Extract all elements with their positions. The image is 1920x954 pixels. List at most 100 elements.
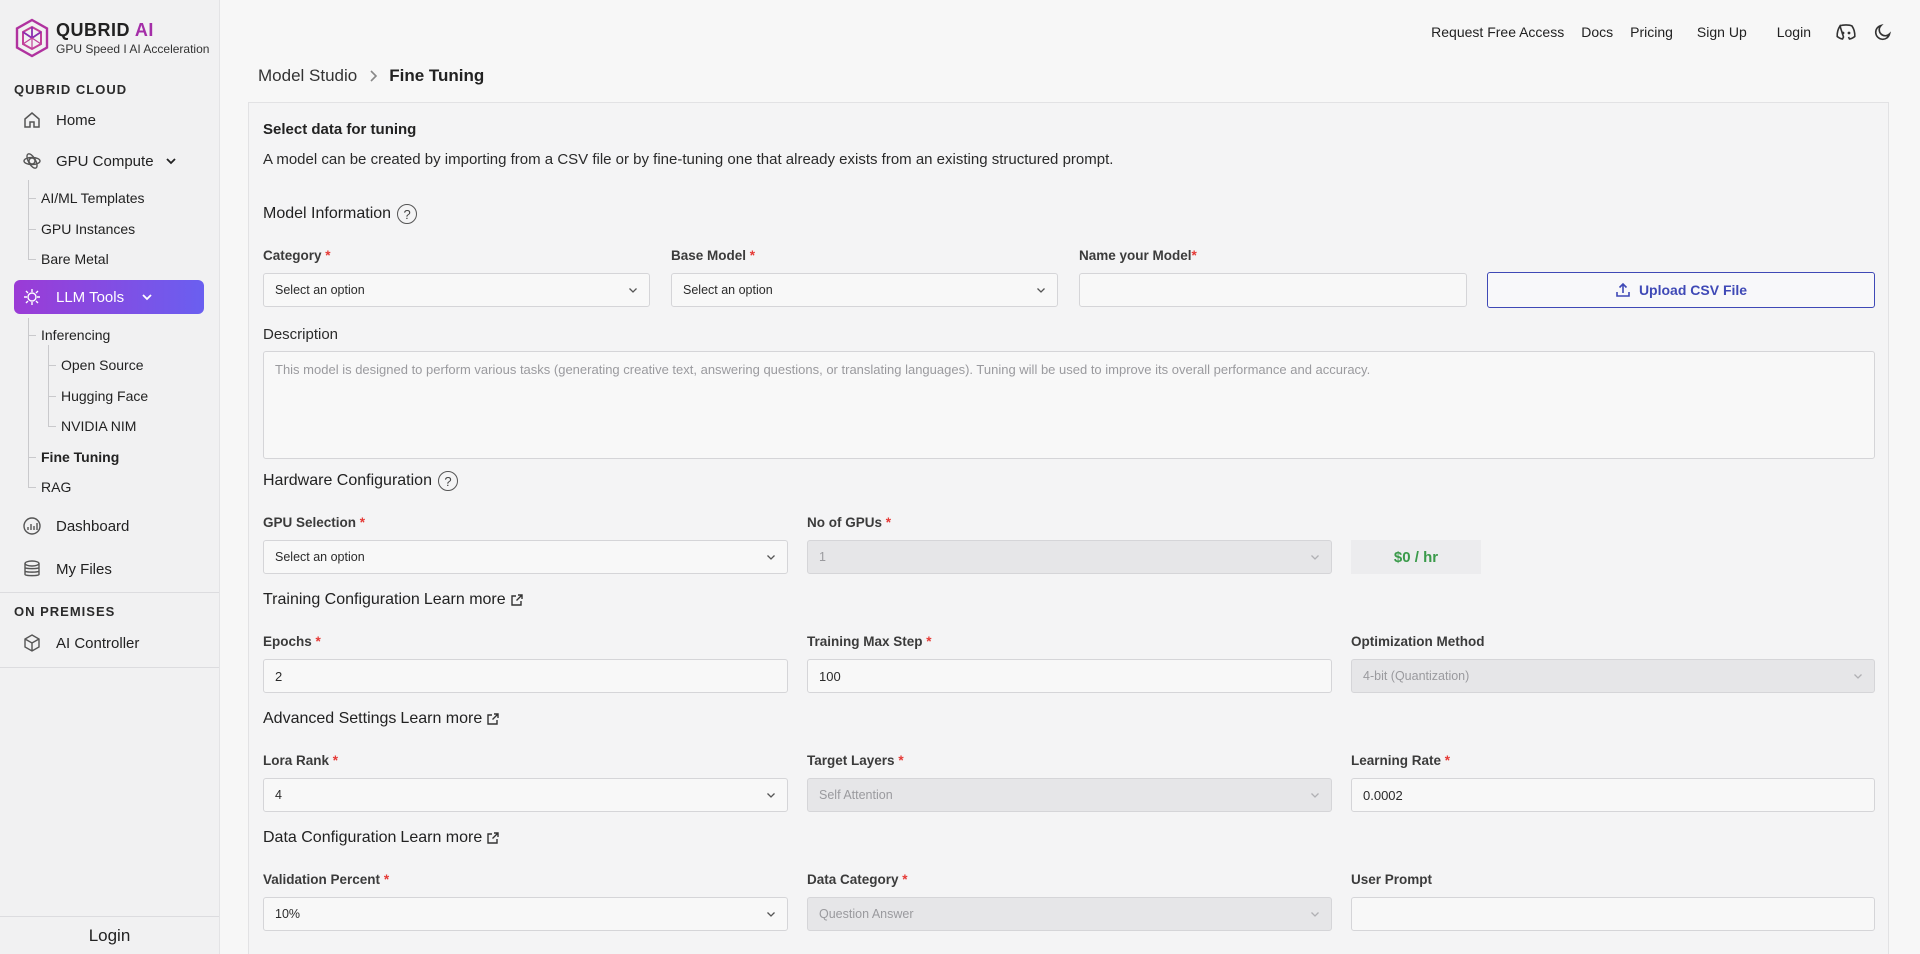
section-heading-label: Model Information — [263, 205, 392, 222]
target-layers-label: Target Layers * — [807, 753, 904, 768]
sidebar-item-dashboard[interactable]: Dashboard — [14, 510, 204, 542]
external-link-icon — [510, 594, 523, 606]
cube-icon — [20, 631, 44, 655]
external-link-icon — [487, 832, 499, 844]
description-textarea[interactable]: This model is designed to perform variou… — [263, 351, 1875, 459]
sidebar-item-label: My Files — [56, 560, 112, 578]
base-model-select[interactable]: Select an option — [671, 273, 1058, 307]
section-title-on-premises: ON PREMISES — [14, 604, 116, 619]
training-max-step-input[interactable]: 100 — [807, 659, 1332, 693]
upload-csv-button[interactable]: Upload CSV File — [1487, 272, 1875, 308]
sidebar: QUBRID AI GPU Speed I AI Acceleration QU… — [0, 0, 220, 954]
page-subtitle: A model can be created by importing from… — [263, 151, 1114, 168]
price-per-hour: $0 / hr — [1351, 540, 1481, 574]
data-category-select[interactable]: Question Answer — [807, 897, 1332, 931]
category-select[interactable]: Select an option — [263, 273, 650, 307]
base-model-label: Base Model * — [671, 248, 756, 263]
sidebar-item-label: AI Controller — [56, 634, 140, 652]
model-information-heading: Model Information ? — [263, 204, 418, 224]
tree-tick — [48, 396, 56, 397]
advanced-settings-heading: Advanced Settings Learn more — [263, 710, 500, 728]
learning-rate-label: Learning Rate * — [1351, 753, 1451, 768]
validation-percent-label: Validation Percent * — [263, 872, 390, 887]
brand-name-suffix: AI — [134, 20, 154, 40]
chevron-down-icon — [164, 154, 178, 168]
page-title: Select data for tuning — [263, 121, 417, 138]
lora-rank-label: Lora Rank * — [263, 753, 339, 768]
brand-name: QUBRID — [56, 20, 130, 40]
gpu-selection-select[interactable]: Select an option — [263, 540, 788, 574]
section-heading-label: Hardware Configuration — [263, 472, 432, 489]
sidebar-login-button[interactable]: Login — [0, 916, 219, 954]
chevron-down-icon — [1852, 670, 1864, 682]
learning-rate-input[interactable]: 0.0002 — [1351, 778, 1875, 812]
qubrid-logo-icon — [15, 18, 49, 58]
sidebar-item-rag[interactable]: RAG — [41, 479, 71, 495]
training-learn-more-link[interactable]: Learn more — [424, 591, 524, 609]
training-max-step-label: Training Max Step * — [807, 634, 932, 649]
num-gpus-select[interactable]: 1 — [807, 540, 1332, 574]
data-configuration-heading: Data Configuration Learn more — [263, 829, 500, 847]
sidebar-item-label: GPU Compute — [56, 152, 154, 170]
sidebar-item-home[interactable]: Home — [14, 104, 204, 136]
lora-rank-select[interactable]: 4 — [263, 778, 788, 812]
tree-line — [48, 345, 49, 427]
description-label: Description — [263, 326, 339, 343]
section-heading-label: Data Configuration — [263, 829, 397, 846]
sidebar-item-ai-controller[interactable]: AI Controller — [14, 627, 204, 659]
chevron-down-icon — [1309, 789, 1321, 801]
login-link[interactable]: Login — [1777, 24, 1811, 40]
sidebar-item-llm-tools[interactable]: LLM Tools — [14, 280, 204, 314]
validation-percent-select[interactable]: 10% — [263, 897, 788, 931]
tree-tick — [28, 259, 36, 260]
docs-link[interactable]: Docs — [1581, 24, 1613, 40]
breadcrumb-model-studio[interactable]: Model Studio — [258, 66, 357, 86]
upload-icon — [1616, 282, 1630, 297]
sidebar-divider — [0, 592, 219, 593]
sidebar-item-hugging-face[interactable]: Hugging Face — [61, 388, 148, 404]
epochs-input[interactable]: 2 — [263, 659, 788, 693]
tree-tick — [28, 335, 36, 336]
request-free-access-link[interactable]: Request Free Access — [1431, 24, 1564, 40]
sidebar-item-my-files[interactable]: My Files — [14, 553, 204, 585]
chevron-down-icon — [1309, 551, 1321, 563]
optimization-method-select[interactable]: 4-bit (Quantization) — [1351, 659, 1875, 693]
help-icon[interactable]: ? — [397, 204, 418, 224]
chevron-down-icon — [627, 284, 639, 296]
chevron-down-icon — [140, 290, 154, 304]
breadcrumb-fine-tuning: Fine Tuning — [389, 66, 485, 85]
model-name-input[interactable] — [1079, 273, 1467, 307]
sidebar-item-nvidia-nim[interactable]: NVIDIA NIM — [61, 418, 136, 434]
brand[interactable]: QUBRID AI GPU Speed I AI Acceleration — [14, 18, 209, 58]
user-prompt-input[interactable] — [1351, 897, 1875, 931]
user-prompt-label: User Prompt — [1351, 872, 1433, 887]
sidebar-item-bare-metal[interactable]: Bare Metal — [41, 251, 109, 267]
section-title-qubrid-cloud: QUBRID CLOUD — [14, 82, 128, 97]
sidebar-item-aiml-templates[interactable]: AI/ML Templates — [41, 190, 145, 206]
data-learn-more-link[interactable]: Learn more — [400, 829, 500, 847]
section-heading-label: Training Configuration — [263, 591, 420, 608]
gpu-selection-label: GPU Selection * — [263, 515, 366, 530]
fine-tuning-panel: Select data for tuning A model can be cr… — [248, 102, 1889, 954]
sidebar-item-fine-tuning[interactable]: Fine Tuning — [41, 449, 119, 465]
sidebar-item-open-source[interactable]: Open Source — [61, 357, 144, 373]
sidebar-item-gpu-instances[interactable]: GPU Instances — [41, 221, 135, 237]
dashboard-icon — [20, 514, 44, 538]
sign-up-link[interactable]: Sign Up — [1697, 24, 1747, 40]
discord-icon[interactable] — [1835, 23, 1857, 41]
external-link-icon — [487, 713, 499, 725]
target-layers-select[interactable]: Self Attention — [807, 778, 1332, 812]
pricing-link[interactable]: Pricing — [1630, 24, 1673, 40]
sidebar-item-gpu-compute[interactable]: GPU Compute — [14, 145, 204, 177]
top-navigation: Request Free Access Docs Pricing Sign Up… — [1431, 20, 1920, 44]
hardware-configuration-heading: Hardware Configuration ? — [263, 471, 458, 491]
sidebar-item-label: LLM Tools — [56, 288, 125, 306]
advanced-learn-more-link[interactable]: Learn more — [400, 710, 500, 728]
model-name-label: Name your Model* — [1079, 248, 1197, 263]
tree-tick — [28, 198, 36, 199]
moon-icon[interactable] — [1874, 23, 1892, 41]
sidebar-item-inferencing[interactable]: Inferencing — [41, 327, 110, 343]
epochs-label: Epochs * — [263, 634, 321, 649]
data-category-label: Data Category * — [807, 872, 908, 887]
help-icon[interactable]: ? — [437, 471, 458, 491]
